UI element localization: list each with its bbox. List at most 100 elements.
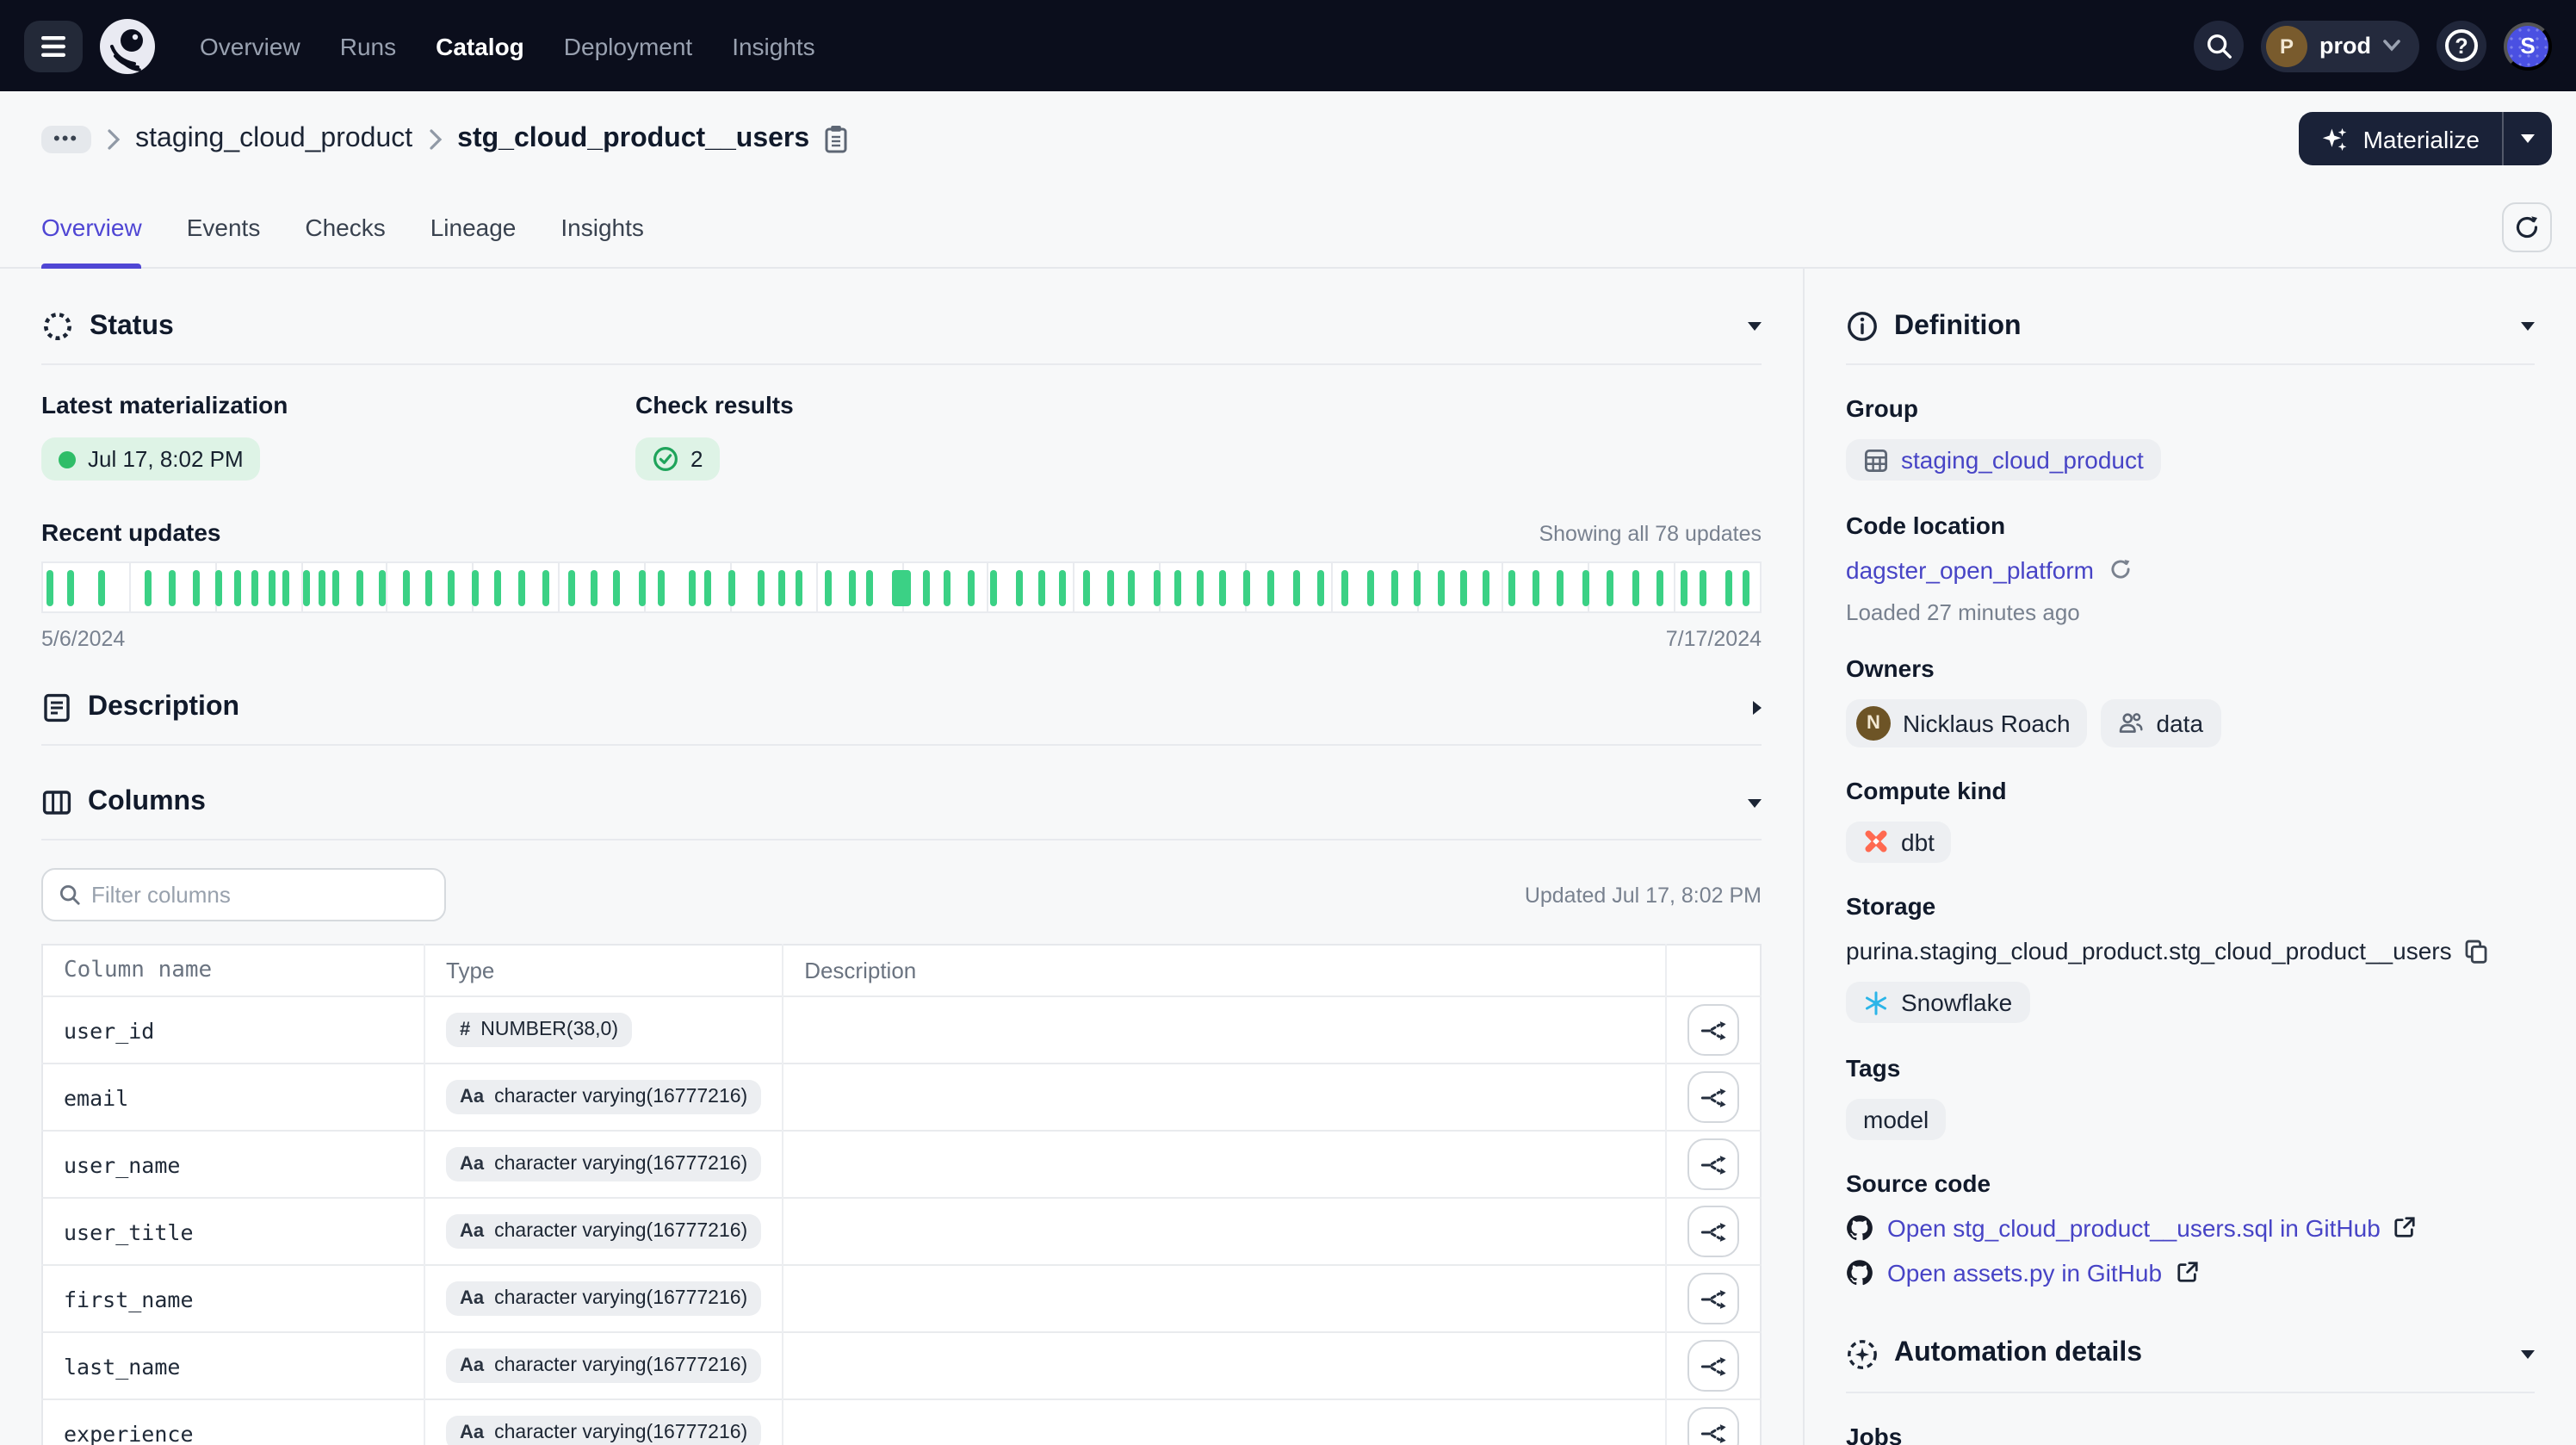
- update-bar[interactable]: [639, 570, 646, 606]
- update-bar[interactable]: [1366, 570, 1373, 606]
- update-bar[interactable]: [1557, 570, 1564, 606]
- status-collapse-button[interactable]: [1748, 322, 1762, 331]
- update-bar[interactable]: [1107, 570, 1114, 606]
- update-bar[interactable]: [704, 570, 711, 606]
- update-bar[interactable]: [777, 570, 784, 606]
- update-bar[interactable]: [98, 570, 105, 606]
- column-lineage-button[interactable]: [1687, 1004, 1739, 1056]
- reload-icon[interactable]: [2110, 557, 2133, 580]
- materialize-button[interactable]: Materialize: [2300, 112, 2502, 165]
- update-bar[interactable]: [380, 570, 387, 606]
- update-bar[interactable]: [1459, 570, 1466, 606]
- update-bar[interactable]: [1509, 570, 1516, 606]
- update-bar[interactable]: [472, 570, 479, 606]
- storage-platform-pill[interactable]: Snowflake: [1846, 982, 2029, 1023]
- update-bar[interactable]: [1483, 570, 1490, 606]
- update-bar[interactable]: [233, 570, 240, 606]
- search-button[interactable]: [2194, 21, 2244, 71]
- update-bar[interactable]: [1317, 570, 1324, 606]
- update-bar[interactable]: [865, 570, 872, 606]
- update-bar[interactable]: [404, 570, 411, 606]
- definition-collapse-button[interactable]: [2521, 322, 2535, 331]
- breadcrumb-overflow-button[interactable]: •••: [41, 125, 90, 152]
- nav-item[interactable]: Catalog: [429, 22, 531, 70]
- main-menu-button[interactable]: [24, 20, 83, 71]
- update-bar[interactable]: [795, 570, 802, 606]
- update-bar[interactable]: [613, 570, 620, 606]
- update-bar[interactable]: [1700, 570, 1706, 606]
- update-bar[interactable]: [1607, 570, 1614, 606]
- update-bar[interactable]: [891, 570, 910, 606]
- tag-pill[interactable]: model: [1846, 1098, 1946, 1139]
- update-bar[interactable]: [145, 570, 152, 606]
- update-bar[interactable]: [1128, 570, 1135, 606]
- nav-item[interactable]: Runs: [333, 22, 403, 70]
- update-bar[interactable]: [568, 570, 575, 606]
- update-bar[interactable]: [449, 570, 455, 606]
- update-bar[interactable]: [1743, 570, 1749, 606]
- update-bar[interactable]: [689, 570, 696, 606]
- updates-timeline[interactable]: [41, 561, 1762, 613]
- update-bar[interactable]: [46, 570, 53, 606]
- update-bar[interactable]: [1059, 570, 1066, 606]
- update-bar[interactable]: [1243, 570, 1250, 606]
- update-bar[interactable]: [302, 570, 309, 606]
- update-bar[interactable]: [1725, 570, 1732, 606]
- column-lineage-button[interactable]: [1687, 1340, 1739, 1392]
- user-avatar[interactable]: S: [2504, 22, 2552, 70]
- tab[interactable]: Checks: [305, 186, 385, 267]
- update-bar[interactable]: [1681, 570, 1687, 606]
- update-bar[interactable]: [1533, 570, 1540, 606]
- update-bar[interactable]: [1039, 570, 1046, 606]
- update-bar[interactable]: [282, 570, 288, 606]
- filter-columns-input[interactable]: [91, 882, 429, 908]
- update-bar[interactable]: [169, 570, 176, 606]
- help-button[interactable]: ?: [2437, 21, 2486, 71]
- update-bar[interactable]: [1583, 570, 1590, 606]
- update-bar[interactable]: [658, 570, 665, 606]
- update-bar[interactable]: [1174, 570, 1181, 606]
- source-code-link[interactable]: Open assets.py in GitHub: [1887, 1258, 2162, 1286]
- column-lineage-button[interactable]: [1687, 1138, 1739, 1190]
- update-bar[interactable]: [318, 570, 325, 606]
- column-lineage-button[interactable]: [1687, 1071, 1739, 1123]
- update-bar[interactable]: [1656, 570, 1663, 606]
- update-bar[interactable]: [1083, 570, 1090, 606]
- copy-icon[interactable]: [2464, 938, 2488, 964]
- columns-collapse-button[interactable]: [1748, 798, 1762, 807]
- owner-team-pill[interactable]: data: [2102, 698, 2221, 747]
- update-bar[interactable]: [824, 570, 831, 606]
- tab[interactable]: Events: [187, 186, 261, 267]
- update-bar[interactable]: [1632, 570, 1639, 606]
- compute-kind-pill[interactable]: dbt: [1846, 821, 1952, 862]
- materialize-options-button[interactable]: [2502, 112, 2552, 165]
- update-bar[interactable]: [494, 570, 501, 606]
- update-bar[interactable]: [1437, 570, 1444, 606]
- update-bar[interactable]: [728, 570, 735, 606]
- latest-materialization-badge[interactable]: Jul 17, 8:02 PM: [41, 437, 261, 481]
- tab[interactable]: Insights: [560, 186, 644, 267]
- column-lineage-button[interactable]: [1687, 1273, 1739, 1324]
- column-lineage-button[interactable]: [1687, 1206, 1739, 1257]
- breadcrumb-parent-link[interactable]: staging_cloud_product: [135, 123, 412, 154]
- update-bar[interactable]: [333, 570, 340, 606]
- refresh-button[interactable]: [2502, 202, 2552, 251]
- environment-switcher[interactable]: P prod: [2261, 20, 2419, 71]
- update-bar[interactable]: [268, 570, 275, 606]
- dagster-logo-icon[interactable]: [100, 18, 155, 73]
- source-code-link[interactable]: Open stg_cloud_product__users.sql in Git…: [1887, 1213, 2381, 1241]
- update-bar[interactable]: [251, 570, 257, 606]
- update-bar[interactable]: [1267, 570, 1274, 606]
- update-bar[interactable]: [357, 570, 364, 606]
- group-pill[interactable]: staging_cloud_product: [1846, 439, 2161, 481]
- update-bar[interactable]: [542, 570, 549, 606]
- update-bar[interactable]: [1017, 570, 1024, 606]
- nav-item[interactable]: Deployment: [557, 22, 699, 70]
- update-bar[interactable]: [757, 570, 764, 606]
- owner-user-pill[interactable]: N Nicklaus Roach: [1846, 698, 2088, 747]
- update-bar[interactable]: [67, 570, 74, 606]
- update-bar[interactable]: [192, 570, 199, 606]
- update-bar[interactable]: [518, 570, 525, 606]
- column-lineage-button[interactable]: [1687, 1407, 1739, 1445]
- update-bar[interactable]: [426, 570, 433, 606]
